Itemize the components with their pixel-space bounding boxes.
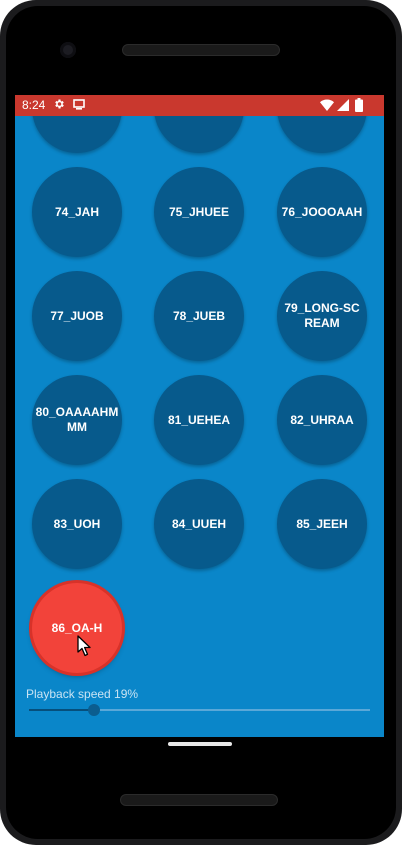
sound-button[interactable]: 82_UHRAA bbox=[277, 375, 367, 465]
status-bar: 8:24 bbox=[15, 95, 384, 116]
status-time: 8:24 bbox=[22, 98, 46, 112]
slider-thumb[interactable] bbox=[88, 704, 100, 716]
slider-fill bbox=[29, 709, 94, 711]
playback-speed-label: Playback speed 19% bbox=[26, 687, 139, 701]
home-gesture-handle[interactable] bbox=[168, 742, 232, 746]
earpiece-speaker bbox=[122, 44, 280, 56]
sound-button[interactable]: 85_JEEH bbox=[277, 479, 367, 569]
sound-button[interactable]: 79_LONG-SCREAM bbox=[277, 271, 367, 361]
gear-icon bbox=[55, 99, 64, 109]
app-screen: 8:24 74_JAH 75_JHUEE 76_JOOOAAH 77_JUOB 78_J… bbox=[15, 95, 384, 737]
mouse-cursor-icon bbox=[77, 635, 91, 657]
wifi-icon bbox=[320, 99, 334, 111]
sound-button[interactable]: 84_UUEH bbox=[154, 479, 244, 569]
sound-button[interactable]: 74_JAH bbox=[32, 167, 122, 257]
sound-button[interactable]: 86_OA-H bbox=[32, 583, 122, 673]
signal-icon bbox=[337, 99, 349, 111]
sound-button[interactable]: 75_JHUEE bbox=[154, 167, 244, 257]
sound-button[interactable]: 77_JUOB bbox=[32, 271, 122, 361]
front-camera bbox=[60, 42, 76, 58]
device-frame: 8:24 74_JAH 75_JHUEE 76_JOOOAAH 77_JUOB 78_J… bbox=[0, 0, 402, 845]
battery-icon bbox=[355, 98, 363, 112]
sdcard-icon bbox=[73, 99, 85, 110]
sound-button[interactable]: 76_JOOOAAH bbox=[277, 167, 367, 257]
sound-button[interactable]: 78_JUEB bbox=[154, 271, 244, 361]
sound-button[interactable]: 80_OAAAAHMMM bbox=[32, 375, 122, 465]
sound-button[interactable]: 83_UOH bbox=[32, 479, 122, 569]
bottom-speaker bbox=[120, 794, 278, 806]
sound-button[interactable]: 81_UEHEA bbox=[154, 375, 244, 465]
playback-speed-slider[interactable] bbox=[29, 704, 370, 716]
